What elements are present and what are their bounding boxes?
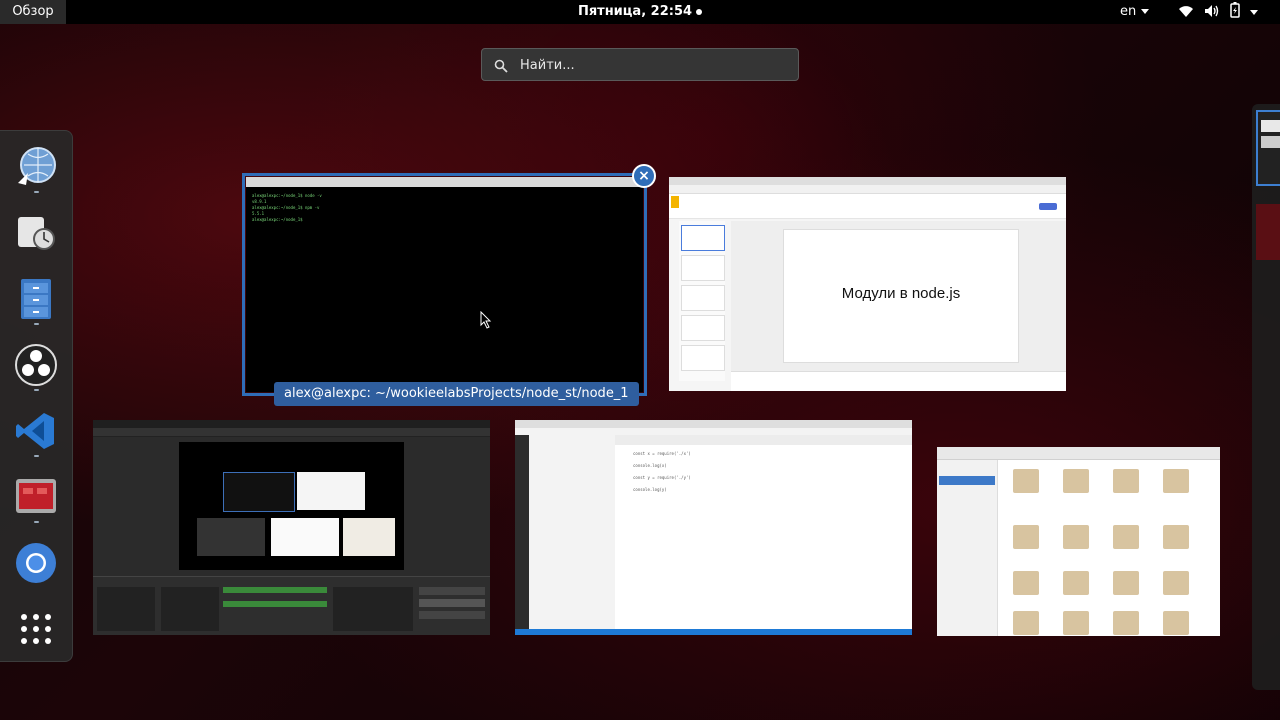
folder-icon[interactable] bbox=[1013, 469, 1039, 493]
code-line: console.log(x) bbox=[633, 463, 667, 468]
folder-icon[interactable] bbox=[1113, 611, 1139, 635]
system-tray[interactable] bbox=[1178, 2, 1258, 22]
running-indicator bbox=[34, 521, 39, 523]
slide-title: Модули в node.js bbox=[783, 229, 1019, 363]
close-window-button[interactable]: × bbox=[632, 164, 656, 188]
code-line: const x = require('./x') bbox=[633, 451, 691, 456]
terminal-window[interactable]: alex@alexpc:~/node_1$ node -v v8.9.1 ale… bbox=[242, 173, 647, 396]
code-editor[interactable]: const x = require('./x') console.log(x) … bbox=[633, 448, 691, 496]
terminal-line: alex@alexpc:~/node_1$ bbox=[252, 217, 303, 222]
system-menu-chevron-icon bbox=[1250, 9, 1258, 15]
folder-icon[interactable] bbox=[1113, 525, 1139, 549]
folder-icon[interactable] bbox=[1013, 525, 1039, 549]
top-bar: Обзор Пятница, 22:54 en bbox=[0, 0, 1280, 24]
folder-icon[interactable] bbox=[1163, 611, 1189, 635]
notification-dot-icon bbox=[696, 8, 703, 15]
mouse-pointer-icon bbox=[480, 311, 492, 329]
folder-icon[interactable] bbox=[1013, 571, 1039, 595]
running-indicator bbox=[34, 323, 39, 325]
obs-studio-icon[interactable] bbox=[14, 343, 58, 387]
running-indicator bbox=[34, 191, 39, 193]
search-box[interactable] bbox=[481, 48, 799, 82]
search-icon bbox=[494, 58, 508, 77]
dash bbox=[0, 130, 73, 662]
folder-icon[interactable] bbox=[1163, 571, 1189, 595]
folder-icon[interactable] bbox=[1063, 525, 1089, 549]
obs-window[interactable] bbox=[93, 420, 490, 635]
language-menu[interactable]: en bbox=[1120, 0, 1150, 24]
chromium-icon[interactable] bbox=[14, 541, 58, 585]
folder-icon[interactable] bbox=[1013, 611, 1039, 635]
battery-icon bbox=[1230, 2, 1240, 22]
vscode-window[interactable]: const x = require('./x') console.log(x) … bbox=[515, 420, 912, 635]
workspace-thumbnail[interactable] bbox=[1256, 204, 1280, 260]
folder-icon[interactable] bbox=[1063, 571, 1089, 595]
file-manager-icon[interactable] bbox=[14, 277, 58, 321]
clock-app-icon[interactable] bbox=[14, 211, 58, 255]
wifi-icon bbox=[1178, 3, 1194, 22]
folder-icon[interactable] bbox=[1113, 469, 1139, 493]
running-indicator bbox=[34, 389, 39, 391]
search-input[interactable] bbox=[518, 49, 792, 82]
window-caption: alex@alexpc: ~/wookieelabsProjects/node_… bbox=[274, 382, 639, 406]
workspace-thumbnail[interactable] bbox=[1256, 110, 1280, 186]
clock[interactable]: Пятница, 22:54 bbox=[0, 0, 1280, 24]
terminal-content: alex@alexpc:~/node_1$ node -v v8.9.1 ale… bbox=[246, 187, 643, 229]
vscode-icon[interactable] bbox=[14, 409, 58, 453]
screen-recorder-icon[interactable] bbox=[14, 475, 58, 519]
language-label: en bbox=[1120, 4, 1137, 19]
chevron-down-icon bbox=[1141, 9, 1150, 14]
titlebar bbox=[246, 177, 643, 187]
folder-icon[interactable] bbox=[1163, 469, 1189, 493]
folder-icon[interactable] bbox=[1163, 525, 1189, 549]
show-applications-icon[interactable] bbox=[14, 607, 58, 651]
code-line: const y = require('./y') bbox=[633, 475, 691, 480]
clock-label: Пятница, 22:54 bbox=[577, 4, 693, 19]
web-browser-icon[interactable] bbox=[14, 145, 58, 189]
files-window[interactable] bbox=[937, 447, 1220, 636]
workspace-switcher[interactable] bbox=[1252, 104, 1280, 690]
folder-icon[interactable] bbox=[1113, 571, 1139, 595]
code-line: console.log(y) bbox=[633, 487, 667, 492]
folder-icon[interactable] bbox=[1063, 611, 1089, 635]
running-indicator bbox=[34, 455, 39, 457]
volume-icon bbox=[1204, 3, 1220, 22]
folder-icon[interactable] bbox=[1063, 469, 1089, 493]
slides-window[interactable]: Модули в node.js bbox=[669, 177, 1066, 391]
